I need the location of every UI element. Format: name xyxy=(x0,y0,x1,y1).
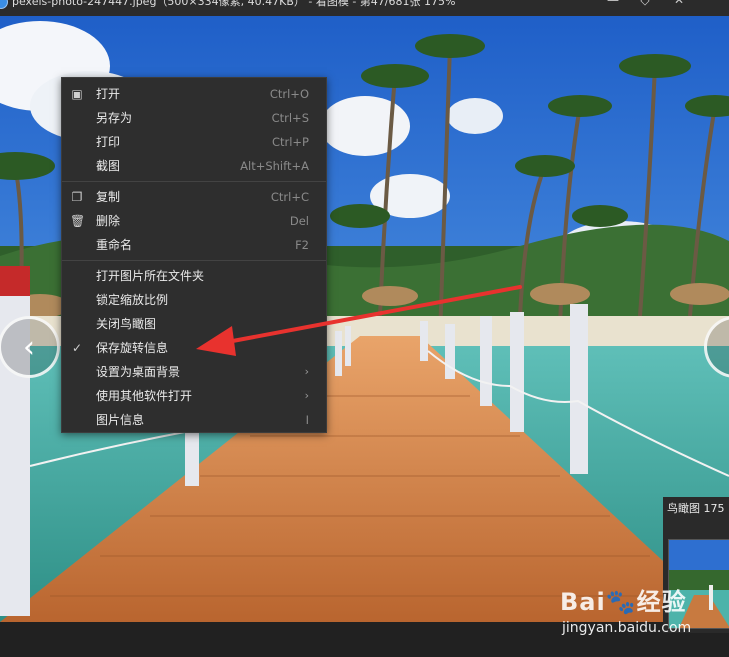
previous-image-button[interactable]: ‹ xyxy=(0,316,60,378)
menu-item-label: 图片信息 xyxy=(96,413,145,427)
menu-item-label: 打开图片所在文件夹 xyxy=(96,269,205,283)
baidu-jingyan-watermark: Bai🐾经验 jingyan.baidu.com xyxy=(560,582,720,642)
menu-item-shortcut: F2 xyxy=(295,238,309,252)
watermark-logo: Bai🐾经验 xyxy=(560,588,687,616)
close-button[interactable]: ✕ xyxy=(666,0,692,10)
menu-separator xyxy=(62,260,326,261)
menu-item-label: 保存旋转信息 xyxy=(96,341,169,355)
context-menu-item[interactable]: 锁定缩放比例 xyxy=(62,288,326,312)
menu-item-shortcut: Del xyxy=(289,214,309,228)
menu-item-label: 锁定缩放比例 xyxy=(96,293,169,307)
context-menu-item[interactable]: 截图 Alt+Shift+A xyxy=(62,154,326,178)
context-menu-item[interactable]: 使用其他软件打开 › xyxy=(62,384,326,408)
context-menu-item[interactable]: ❐ 复制 Ctrl+C xyxy=(62,185,326,209)
menu-item-label: 打开 xyxy=(96,87,121,101)
menu-item-shortcut: Ctrl+S xyxy=(271,111,309,125)
menu-item-shortcut: Ctrl+O xyxy=(269,87,309,101)
mode-switch-button[interactable]: ◇ xyxy=(632,0,658,10)
menu-item-shortcut: Alt+Shift+A xyxy=(240,159,309,173)
context-menu-item[interactable]: 打印 Ctrl+P xyxy=(62,130,326,154)
menu-separator xyxy=(62,181,326,182)
context-menu-item[interactable]: ✓ 保存旋转信息 xyxy=(62,336,326,360)
watermark-url: jingyan.baidu.com xyxy=(562,620,692,636)
context-menu-item[interactable]: 打开图片所在文件夹 xyxy=(62,264,326,288)
menu-item-label: 关闭鸟瞰图 xyxy=(96,317,157,331)
minimize-button[interactable]: — xyxy=(600,0,626,10)
context-menu-item[interactable]: 🗑 删除 Del xyxy=(62,209,326,233)
menu-item-shortcut: I xyxy=(305,413,309,427)
context-menu-item[interactable]: 另存为 Ctrl+S xyxy=(62,106,326,130)
navigator-title: 鸟瞰图 175 xyxy=(667,502,725,515)
context-menu-item[interactable]: ▣ 打开 Ctrl+O xyxy=(62,82,326,106)
copy-icon: ❐ xyxy=(71,190,83,204)
menu-item-label: 删除 xyxy=(96,214,121,228)
menu-item-label: 重命名 xyxy=(96,238,133,252)
chevron-right-icon: › xyxy=(304,365,309,378)
menu-item-shortcut: Ctrl+C xyxy=(270,190,309,204)
menu-item-label: 截图 xyxy=(96,159,121,173)
context-menu-item[interactable]: 关闭鸟瞰图 xyxy=(62,312,326,336)
trash-icon: 🗑 xyxy=(70,214,86,228)
context-menu-item[interactable]: 设置为桌面背景 › xyxy=(62,360,326,384)
menu-item-label: 复制 xyxy=(96,190,121,204)
checkmark-icon: ✓ xyxy=(71,341,83,355)
title-bar: pexels-photo-247447.jpeg（500×334像素, 40.4… xyxy=(0,0,729,16)
menu-item-label: 设置为桌面背景 xyxy=(96,365,181,379)
image-icon: ▣ xyxy=(71,87,83,101)
chevron-right-icon: › xyxy=(304,389,309,402)
menu-item-label: 打印 xyxy=(96,135,121,149)
window-title: pexels-photo-247447.jpeg（500×334像素, 40.4… xyxy=(12,0,456,8)
context-menu-item[interactable]: 重命名 F2 xyxy=(62,233,326,257)
menu-item-shortcut: Ctrl+P xyxy=(271,135,309,149)
menu-item-label: 使用其他软件打开 xyxy=(96,389,193,403)
context-menu: ▣ 打开 Ctrl+O 另存为 Ctrl+S 打印 Ctrl+P 截图 Alt+Shift+A ❐… xyxy=(61,77,327,433)
context-menu-item[interactable]: 图片信息 I xyxy=(62,408,326,432)
app-logo-icon xyxy=(0,0,8,9)
menu-item-label: 另存为 xyxy=(96,111,133,125)
